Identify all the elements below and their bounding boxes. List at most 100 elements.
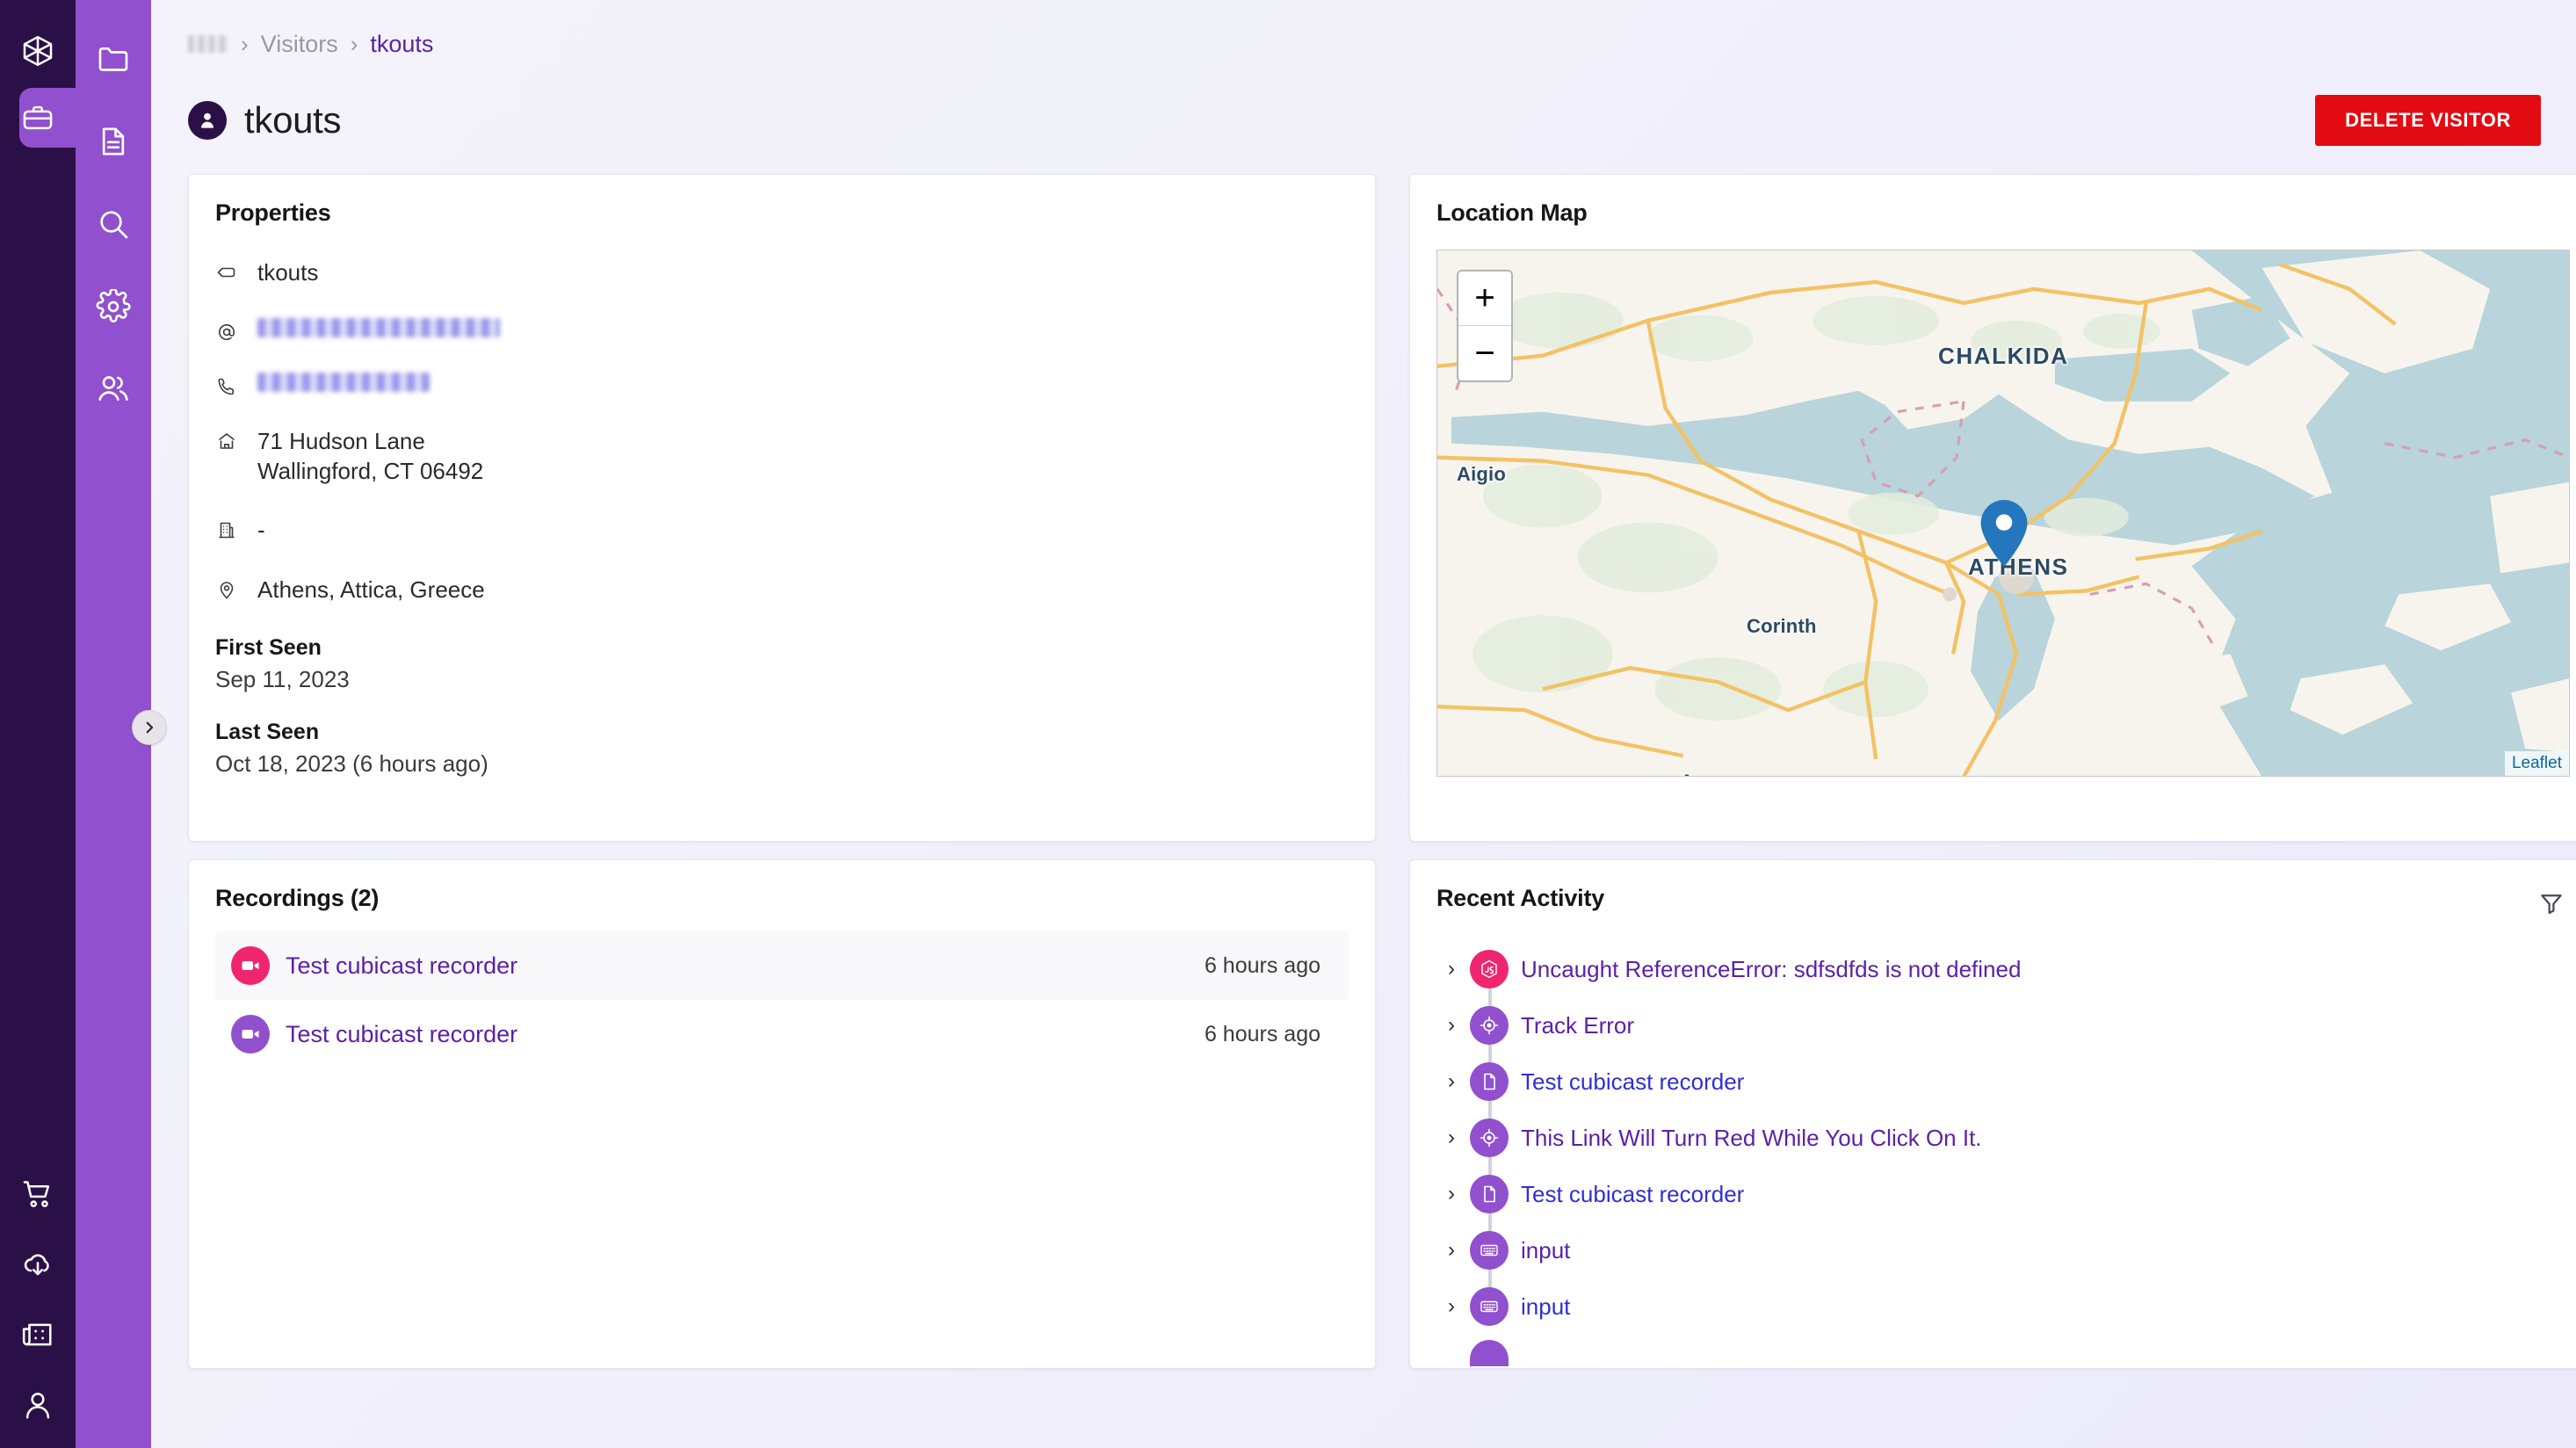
building-icon xyxy=(215,516,238,540)
chevron-right-icon[interactable]: › xyxy=(1436,1238,1466,1263)
activity-row[interactable]: › input xyxy=(1436,1278,2570,1335)
page-icon xyxy=(1470,1175,1509,1213)
map-pin-icon xyxy=(215,576,238,600)
activity-row[interactable]: › This Link Will Turn Red While You Clic… xyxy=(1436,1110,2570,1166)
page-icon xyxy=(1470,1062,1509,1101)
property-row-address: 71 Hudson Lane Wallingford, CT 06492 xyxy=(215,427,1349,487)
recent-activity-panel: Recent Activity › Uncaught ReferenceErro… xyxy=(1409,859,2576,1369)
property-value-email-redacted[interactable] xyxy=(257,317,500,337)
activity-label[interactable]: input xyxy=(1521,1293,1570,1321)
recent-activity-header: Recent Activity xyxy=(1436,885,2570,922)
video-camera-icon xyxy=(231,1015,270,1053)
page-header: tkouts DELETE VISITOR xyxy=(188,93,2541,148)
primary-sidebar xyxy=(0,0,93,1448)
chevron-right-icon[interactable]: › xyxy=(1436,1126,1466,1150)
sidebar-item-cloud-download[interactable] xyxy=(0,1248,76,1281)
recordings-title: Recordings (2) xyxy=(215,885,380,911)
sidebar-item-visitors[interactable] xyxy=(76,348,151,431)
properties-panel: Properties tkouts 71 Hudson Lane Walling… xyxy=(188,174,1376,842)
activity-label[interactable]: input xyxy=(1521,1237,1570,1264)
breadcrumb-item-redacted[interactable] xyxy=(188,35,228,53)
property-value-username: tkouts xyxy=(257,259,319,286)
location-map-title: Location Map xyxy=(1436,199,1588,226)
activity-label[interactable]: Test cubicast recorder xyxy=(1521,1181,1744,1208)
property-row-email xyxy=(215,317,1349,343)
first-seen-value: Sep 11, 2023 xyxy=(215,665,350,692)
chevron-right-icon[interactable]: › xyxy=(1436,1013,1466,1038)
sidebar-item-search[interactable] xyxy=(76,183,151,265)
sidebar-item-cart[interactable] xyxy=(0,1177,76,1211)
activity-label[interactable]: This Link Will Turn Red While You Click … xyxy=(1521,1125,1982,1152)
map-zoom-in-button[interactable]: + xyxy=(1458,272,1511,326)
property-row-username: tkouts xyxy=(215,258,1349,288)
property-value-company: - xyxy=(257,517,265,544)
js-error-icon xyxy=(1470,950,1509,988)
activity-label[interactable]: Track Error xyxy=(1521,1012,1634,1039)
recording-time: 6 hours ago xyxy=(1204,952,1321,978)
property-row-phone xyxy=(215,372,1349,397)
location-map-panel: Location Map + − CHALKIDA Aigio Corinth … xyxy=(1409,174,2576,842)
leaflet-attribution[interactable]: Leaflet xyxy=(2504,751,2569,776)
primary-sidebar-top xyxy=(0,0,93,151)
map-zoom-controls[interactable]: + − xyxy=(1457,270,1513,382)
last-seen-value: Oct 18, 2023 (6 hours ago) xyxy=(215,749,488,777)
first-seen-label: First Seen xyxy=(215,634,322,660)
home-icon xyxy=(215,427,238,452)
cube-logo-icon[interactable] xyxy=(0,18,76,84)
recordings-panel: Recordings (2) Test cubicast recorder 6 … xyxy=(188,859,1376,1369)
map-zoom-out-button[interactable]: − xyxy=(1458,326,1511,380)
activity-row[interactable]: › Test cubicast recorder xyxy=(1436,1053,2570,1110)
property-row-company: - xyxy=(215,516,1349,546)
map-label-argos: Argos xyxy=(1680,771,1737,776)
chevron-right-icon[interactable]: › xyxy=(1436,1294,1466,1319)
avatar xyxy=(188,101,227,140)
tag-icon xyxy=(215,258,238,283)
breadcrumb-separator-1: › xyxy=(241,30,249,57)
last-seen-block: Last Seen Oct 18, 2023 (6 hours ago) xyxy=(215,720,1349,778)
map-marker-pin[interactable] xyxy=(1980,500,2028,571)
sidebar-item-account[interactable] xyxy=(0,1388,76,1422)
chevron-right-icon[interactable]: › xyxy=(1436,1182,1466,1206)
recording-row[interactable]: Test cubicast recorder 6 hours ago xyxy=(215,1000,1349,1068)
breadcrumb: › Visitors › tkouts xyxy=(188,26,2541,62)
chevron-right-icon[interactable]: › xyxy=(1436,957,1466,981)
activity-row[interactable]: › Uncaught ReferenceError: sdfsdfds is n… xyxy=(1436,941,2570,997)
recent-activity-list: › Uncaught ReferenceError: sdfsdfds is n… xyxy=(1436,941,2570,1366)
at-email-icon xyxy=(215,318,238,343)
breadcrumb-separator-2: › xyxy=(350,30,358,57)
map-label-corinth: Corinth xyxy=(1747,615,1817,637)
sidebar-item-news[interactable] xyxy=(0,1318,76,1351)
breadcrumb-item-current[interactable]: tkouts xyxy=(370,31,433,58)
recordings-list: Test cubicast recorder 6 hours ago Test … xyxy=(215,931,1349,1068)
target-icon xyxy=(1470,1119,1509,1157)
video-camera-icon xyxy=(231,946,270,985)
property-row-location: Athens, Attica, Greece xyxy=(215,576,1349,605)
activity-label[interactable]: Test cubicast recorder xyxy=(1521,1068,1744,1096)
map-container[interactable]: + − CHALKIDA Aigio Corinth ATHENS Argos … xyxy=(1436,250,2570,777)
last-seen-label: Last Seen xyxy=(215,719,320,744)
property-value-phone-redacted[interactable] xyxy=(257,372,430,392)
recording-time: 6 hours ago xyxy=(1204,1021,1321,1046)
target-icon xyxy=(1470,1006,1509,1045)
activity-row[interactable]: › Track Error xyxy=(1436,997,2570,1053)
recording-name[interactable]: Test cubicast recorder xyxy=(286,952,517,980)
sidebar-collapse-toggle[interactable] xyxy=(132,710,167,745)
activity-label[interactable]: Uncaught ReferenceError: sdfsdfds is not… xyxy=(1521,956,2021,983)
sidebar-item-briefcase[interactable] xyxy=(0,84,93,151)
breadcrumb-item-visitors[interactable]: Visitors xyxy=(261,31,338,58)
activity-row[interactable]: › input xyxy=(1436,1222,2570,1278)
properties-title: Properties xyxy=(215,199,331,226)
activity-row[interactable]: › Test cubicast recorder xyxy=(1436,1166,2570,1222)
chevron-right-icon[interactable]: › xyxy=(1436,1069,1466,1094)
properties-list: tkouts 71 Hudson Lane Wallingford, CT 06… xyxy=(215,258,1349,778)
phone-icon xyxy=(215,373,238,397)
recording-name[interactable]: Test cubicast recorder xyxy=(286,1021,517,1048)
filter-icon[interactable] xyxy=(2533,885,2570,922)
delete-visitor-button[interactable]: DELETE VISITOR xyxy=(2315,95,2541,146)
recording-row[interactable]: Test cubicast recorder 6 hours ago xyxy=(215,931,1349,1000)
property-value-location: Athens, Attica, Greece xyxy=(257,576,485,604)
keyboard-icon xyxy=(1470,1287,1509,1326)
panel-grid: Properties tkouts 71 Hudson Lane Walling… xyxy=(188,174,2576,1369)
sidebar-item-settings[interactable] xyxy=(76,265,151,348)
property-value-address: 71 Hudson Lane Wallingford, CT 06492 xyxy=(257,427,484,484)
